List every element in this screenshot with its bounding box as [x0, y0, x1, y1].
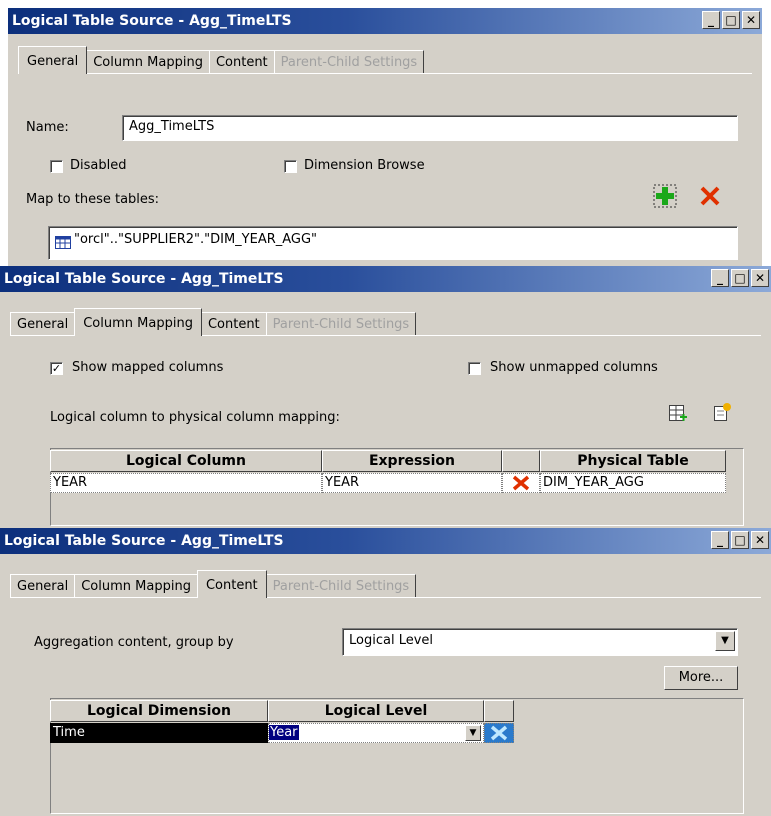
delete-mapping-icon[interactable]: [502, 473, 540, 493]
minimize-icon[interactable]: _: [702, 11, 720, 29]
delete-level-icon[interactable]: [484, 723, 514, 743]
mapping-label: Logical column to physical column mappin…: [50, 410, 340, 425]
name-label: Name:: [26, 120, 69, 135]
show-unmapped-label: Show unmapped columns: [490, 360, 658, 375]
tab-strip: General Column Mapping Content Parent-Ch…: [10, 570, 417, 598]
cell-logical-dimension[interactable]: Time: [50, 723, 268, 743]
minimize-icon[interactable]: _: [711, 269, 729, 287]
new-column-icon[interactable]: [712, 402, 732, 422]
window-title: Logical Table Source - Agg_TimeLTS: [4, 271, 284, 287]
add-table-icon[interactable]: [653, 184, 677, 208]
column-header-logical-level[interactable]: Logical Level: [268, 700, 484, 722]
delete-icon[interactable]: [698, 184, 722, 208]
close-icon[interactable]: ✕: [742, 11, 760, 29]
cell-expression[interactable]: YEAR: [322, 473, 502, 493]
column-header-blank[interactable]: [502, 450, 540, 472]
tab-strip: General Column Mapping Content Parent-Ch…: [10, 308, 417, 336]
tab-parent-child-settings: Parent-Child Settings: [273, 50, 425, 74]
show-mapped-checkbox[interactable]: ✓: [50, 362, 63, 375]
maximize-icon[interactable]: □: [722, 11, 740, 29]
cell-logical-column[interactable]: YEAR: [50, 473, 322, 493]
dropdown-arrow-icon[interactable]: ▼: [465, 725, 481, 741]
window-title-bar[interactable]: Logical Table Source - Agg_TimeLTS _ □ ✕: [8, 8, 762, 34]
tab-general[interactable]: General: [10, 574, 76, 598]
disabled-checkbox[interactable]: [50, 160, 63, 173]
column-header-expression[interactable]: Expression: [322, 450, 502, 472]
window-column-mapping: Logical Table Source - Agg_TimeLTS _ □ ✕…: [0, 266, 771, 528]
column-header-logical-column[interactable]: Logical Column: [50, 450, 322, 472]
cell-physical-table[interactable]: DIM_YEAR_AGG: [540, 473, 726, 493]
disabled-label: Disabled: [70, 158, 127, 173]
window-title-bar[interactable]: Logical Table Source - Agg_TimeLTS _ □ ✕: [0, 528, 771, 554]
show-unmapped-checkbox[interactable]: [468, 362, 481, 375]
tab-column-mapping[interactable]: Column Mapping: [74, 308, 202, 336]
table-icon: [55, 233, 71, 249]
maximize-icon[interactable]: □: [731, 269, 749, 287]
tab-column-mapping[interactable]: Column Mapping: [86, 50, 210, 74]
tab-content[interactable]: Content: [200, 312, 267, 336]
aggregation-label: Aggregation content, group by: [34, 635, 234, 650]
logical-level-value: Year: [269, 725, 299, 740]
logical-level-select[interactable]: Year ▼: [268, 723, 484, 743]
window-title: Logical Table Source - Agg_TimeLTS: [12, 13, 292, 29]
window-title: Logical Table Source - Agg_TimeLTS: [4, 533, 284, 549]
map-tables-label: Map to these tables:: [26, 192, 160, 207]
tab-general[interactable]: General: [10, 312, 76, 336]
column-header-logical-dimension[interactable]: Logical Dimension: [50, 700, 268, 722]
column-header-blank[interactable]: [484, 700, 514, 722]
dimension-browse-label: Dimension Browse: [304, 158, 425, 173]
tab-parent-child-settings: Parent-Child Settings: [265, 312, 417, 336]
column-header-physical-table[interactable]: Physical Table: [540, 450, 726, 472]
dimension-browse-checkbox[interactable]: [284, 160, 297, 173]
tab-content[interactable]: Content: [208, 50, 275, 74]
window-title-bar[interactable]: Logical Table Source - Agg_TimeLTS _ □ ✕: [0, 266, 771, 292]
mapped-table-entry[interactable]: "orcl".."SUPPLIER2"."DIM_YEAR_AGG": [74, 232, 317, 247]
tab-panel-border: [10, 597, 761, 598]
window-content: Logical Table Source - Agg_TimeLTS _ □ ✕…: [0, 528, 771, 816]
more-button[interactable]: More...: [664, 666, 738, 690]
name-field[interactable]: Agg_TimeLTS: [122, 115, 738, 141]
maximize-icon[interactable]: □: [731, 531, 749, 549]
close-icon[interactable]: ✕: [751, 269, 769, 287]
tab-general[interactable]: General: [18, 46, 88, 74]
show-mapped-label: Show mapped columns: [72, 360, 224, 375]
close-icon[interactable]: ✕: [751, 531, 769, 549]
tab-panel-border: [18, 73, 752, 74]
tab-strip: General Column Mapping Content Parent-Ch…: [18, 46, 425, 74]
minimize-icon[interactable]: _: [711, 531, 729, 549]
window-general: Logical Table Source - Agg_TimeLTS _ □ ✕…: [8, 8, 762, 266]
tab-parent-child-settings: Parent-Child Settings: [265, 574, 417, 598]
tab-column-mapping[interactable]: Column Mapping: [74, 574, 198, 598]
mapped-tables-list[interactable]: "orcl".."SUPPLIER2"."DIM_YEAR_AGG": [48, 226, 738, 260]
aggregation-select-value: Logical Level: [349, 633, 434, 648]
dropdown-arrow-icon[interactable]: ▼: [715, 631, 735, 651]
column-mapping-icon[interactable]: [668, 404, 688, 424]
tab-content[interactable]: Content: [196, 570, 267, 598]
aggregation-select[interactable]: Logical Level ▼: [342, 628, 738, 656]
